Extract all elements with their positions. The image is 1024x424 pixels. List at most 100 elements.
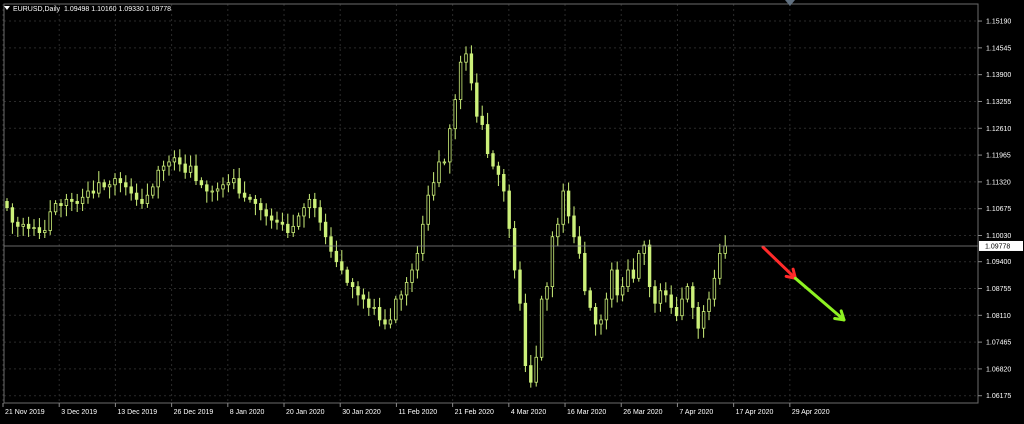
candle-body (286, 223, 290, 233)
candle-body (372, 307, 376, 309)
symbol-menu-icon[interactable] (4, 6, 10, 10)
candle-body (296, 215, 301, 227)
y-tick-label: 1.13255 (986, 99, 1011, 106)
candle-body (361, 294, 366, 300)
ohlc-readout: 1.09498 1.10160 1.09330 1.09778 (64, 6, 171, 13)
chart-shift-marker-icon[interactable] (785, 0, 795, 6)
candle-body (318, 207, 322, 223)
candle-body (431, 182, 436, 196)
candle-body (442, 161, 447, 164)
candle-body (539, 298, 544, 358)
candle-body (583, 252, 587, 292)
candle-body (593, 307, 598, 325)
plot-frame (3, 3, 979, 404)
candle-body (16, 221, 20, 227)
candle-body (124, 182, 128, 188)
projection-arrows (761, 245, 846, 322)
candle-body (248, 196, 252, 200)
candle-body (480, 115, 484, 125)
candle-body (712, 277, 717, 300)
candle-body (367, 298, 371, 308)
candle-body (275, 219, 279, 223)
candle-body (37, 227, 42, 233)
candle-body (43, 230, 47, 233)
candle-body (183, 163, 187, 173)
candle-body (572, 215, 576, 238)
candle-body (664, 290, 668, 296)
candle-body (653, 286, 657, 304)
candle-body (161, 165, 166, 171)
candle-body (215, 188, 220, 192)
y-tick-label: 1.10030 (986, 233, 1011, 240)
y-tick-label: 1.08110 (986, 313, 1011, 320)
candle-body (307, 198, 312, 209)
candle-body (226, 182, 231, 186)
current-price-label: 1.09778 (985, 243, 1010, 250)
candle-body (723, 245, 727, 254)
y-tick-label: 1.06820 (986, 366, 1011, 373)
candle-body (280, 221, 285, 225)
candle-body (502, 174, 506, 192)
x-tick-label: 29 Apr 2020 (792, 409, 830, 416)
y-tick-label: 1.13900 (986, 72, 1011, 79)
candle-body (194, 165, 198, 182)
candle-body (685, 286, 690, 300)
x-tick-label: 16 Mar 2020 (567, 409, 606, 416)
candle-body (529, 365, 533, 383)
candle-body (680, 298, 684, 317)
candle-body (129, 186, 133, 194)
candle-body (647, 244, 652, 288)
candle-body (426, 194, 430, 225)
candle-body (696, 307, 700, 329)
candle-body (620, 286, 625, 296)
candle-body (421, 223, 425, 254)
candle-body (172, 157, 177, 163)
x-tick-label: 26 Mar 2020 (623, 409, 662, 416)
chart-area[interactable]: 1.15190 1.14545 1.13900 1.13255 1.12610 1.119… (0, 0, 1024, 419)
x-tick-label: 21 Nov 2019 (5, 409, 45, 416)
candle-body (448, 128, 452, 163)
candle-body (70, 198, 74, 202)
candle-body (674, 307, 679, 317)
candle-body (313, 198, 317, 209)
candle-body (491, 153, 495, 167)
candle-body (458, 61, 463, 100)
y-tick-label: 1.08755 (986, 286, 1011, 293)
candle-body (399, 294, 403, 300)
candle-body (269, 215, 274, 221)
candle-body (345, 269, 349, 283)
symbol-title: EURUSD,Daily (13, 6, 61, 13)
candle-body (437, 161, 441, 184)
grid (2, 4, 978, 403)
candle-body (658, 290, 663, 304)
x-tick-label: 30 Jan 2020 (342, 409, 381, 416)
candle-body (334, 250, 339, 263)
candle-body (102, 182, 106, 188)
candle-body (701, 311, 706, 329)
candle-body (151, 186, 155, 196)
candles (5, 45, 727, 388)
candle-body (545, 286, 549, 300)
candle-body (388, 319, 393, 325)
x-tick-label: 13 Dec 2019 (117, 409, 157, 416)
x-tick-label: 21 Feb 2020 (455, 409, 494, 416)
candle-body (566, 190, 571, 217)
candle-body (75, 201, 79, 204)
candle-body (91, 190, 96, 194)
candle-body (26, 223, 31, 229)
candle-body (5, 201, 9, 209)
x-tick-label: 3 Dec 2019 (61, 409, 97, 416)
candle-body (588, 290, 592, 308)
candle-body (469, 53, 474, 84)
y-tick-label: 1.14545 (986, 45, 1011, 52)
candle-body (556, 223, 560, 238)
candle-body (264, 209, 268, 217)
candle-body (291, 225, 295, 233)
candle-body (496, 165, 501, 175)
x-tick-label: 7 Apr 2020 (679, 409, 713, 416)
candle-body (113, 178, 117, 186)
x-tick-label: 26 Dec 2019 (174, 409, 214, 416)
candle-body (707, 298, 711, 312)
candle-body (80, 196, 85, 204)
candle-body (118, 178, 123, 184)
